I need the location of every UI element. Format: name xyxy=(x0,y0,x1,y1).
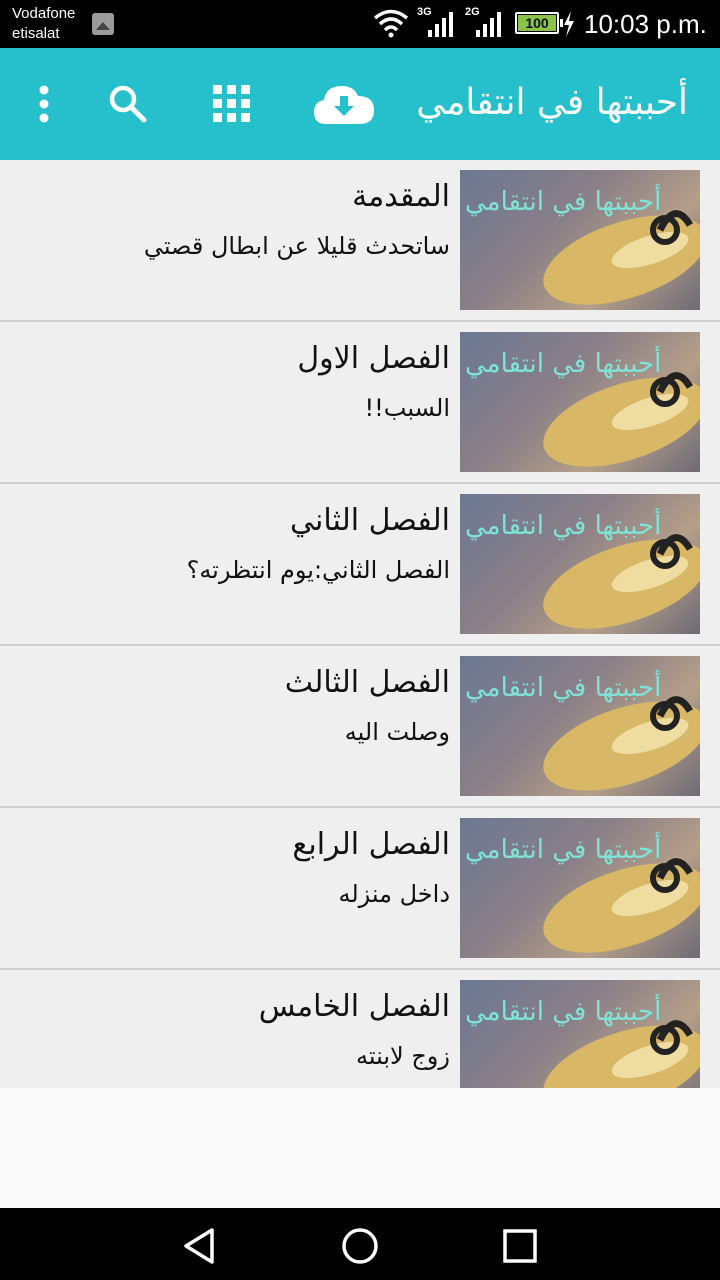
recents-icon[interactable] xyxy=(500,1226,540,1266)
chapter-subtitle: السبب!! xyxy=(364,394,450,422)
thumbnail-caption: أحببتها في انتقامي xyxy=(465,993,661,1027)
chapter-subtitle: الفصل الثاني:يوم انتظرته؟ xyxy=(186,556,450,584)
chapter-row[interactable]: أحببتها في انتقامي الفصل الثاني الفصل ال… xyxy=(0,484,720,646)
chapter-thumbnail: أحببتها في انتقامي xyxy=(460,170,700,310)
system-nav-bar xyxy=(0,1208,720,1280)
heart-image: أحببتها في انتقامي xyxy=(465,669,700,791)
chapter-subtitle: ساتحدث قليلا عن ابطال قصتي xyxy=(143,232,450,260)
chapter-thumbnail: أحببتها في انتقامي xyxy=(460,656,700,796)
thumbnail-caption: أحببتها في انتقامي xyxy=(465,669,661,703)
home-icon[interactable] xyxy=(340,1226,380,1266)
charging-icon xyxy=(564,11,574,37)
back-icon[interactable] xyxy=(180,1226,220,1266)
thumbnail-caption: أحببتها في انتقامي xyxy=(465,345,661,379)
status-bar: Vodafone etisalat 3G 2G 100 10:03 p.m. xyxy=(0,0,720,48)
image-notification-icon xyxy=(92,13,114,35)
chapter-thumbnail: أحببتها في انتقامي xyxy=(460,494,700,634)
chapter-thumbnail: أحببتها في انتقامي xyxy=(460,332,700,472)
battery-level: 100 xyxy=(518,15,556,31)
thumbnail-caption: أحببتها في انتقامي xyxy=(465,507,661,541)
chapter-row[interactable]: أحببتها في انتقامي الفصل الخامس زوج لابن… xyxy=(0,970,720,1088)
heart-image: أحببتها في انتقامي xyxy=(465,831,700,953)
chapter-title: الفصل الخامس xyxy=(258,989,450,1024)
signal-strength-icon xyxy=(428,12,453,37)
chapter-row[interactable]: أحببتها في انتقامي الفصل الاول السبب!! xyxy=(0,322,720,484)
clock: 10:03 p.m. xyxy=(584,9,707,39)
carrier-line-1: Vodafone xyxy=(12,5,76,22)
app-toolbar: أحببتها في انتقامي xyxy=(0,48,720,160)
thumbnail-caption: أحببتها في انتقامي xyxy=(465,831,661,865)
more-vert-icon[interactable] xyxy=(30,82,58,126)
chapter-subtitle: داخل منزله xyxy=(338,880,450,908)
search-icon[interactable] xyxy=(106,82,150,126)
empty-area xyxy=(0,1088,720,1208)
chapter-subtitle: وصلت اليه xyxy=(344,718,450,746)
chapter-thumbnail: أحببتها في انتقامي xyxy=(460,818,700,958)
app-title: أحببتها في انتقامي xyxy=(416,82,688,123)
battery-icon: 100 xyxy=(515,12,563,34)
heart-image: أحببتها في انتقامي xyxy=(465,183,700,305)
chapter-title: الفصل الرابع xyxy=(292,827,450,862)
cloud-download-icon[interactable] xyxy=(312,78,376,130)
chapter-title: المقدمة xyxy=(352,179,450,214)
heart-image: أحببتها في انتقامي xyxy=(465,507,700,629)
chapter-thumbnail: أحببتها في انتقامي xyxy=(460,980,700,1088)
heart-image: أحببتها في انتقامي xyxy=(465,345,700,467)
chapter-title: الفصل الاول xyxy=(297,341,450,376)
carrier-names: Vodafone etisalat xyxy=(12,4,75,44)
chapter-row[interactable]: أحببتها في انتقامي المقدمة ساتحدث قليلا … xyxy=(0,160,720,322)
chapter-subtitle: زوج لابنته xyxy=(355,1042,450,1070)
wifi-icon xyxy=(373,9,409,38)
chapter-title: الفصل الثاني xyxy=(290,503,450,538)
chapter-title: الفصل الثالث xyxy=(284,665,450,700)
carrier-line-2: etisalat xyxy=(12,25,60,42)
chapter-row[interactable]: أحببتها في انتقامي الفصل الرابع داخل منز… xyxy=(0,808,720,970)
apps-grid-icon[interactable] xyxy=(210,82,254,126)
thumbnail-caption: أحببتها في انتقامي xyxy=(465,183,661,217)
signal-strength-icon-2 xyxy=(476,12,501,37)
heart-image: أحببتها في انتقامي xyxy=(465,993,700,1088)
chapter-row[interactable]: أحببتها في انتقامي الفصل الثالث وصلت الي… xyxy=(0,646,720,808)
chapter-list: أحببتها في انتقامي المقدمة ساتحدث قليلا … xyxy=(0,160,720,1088)
